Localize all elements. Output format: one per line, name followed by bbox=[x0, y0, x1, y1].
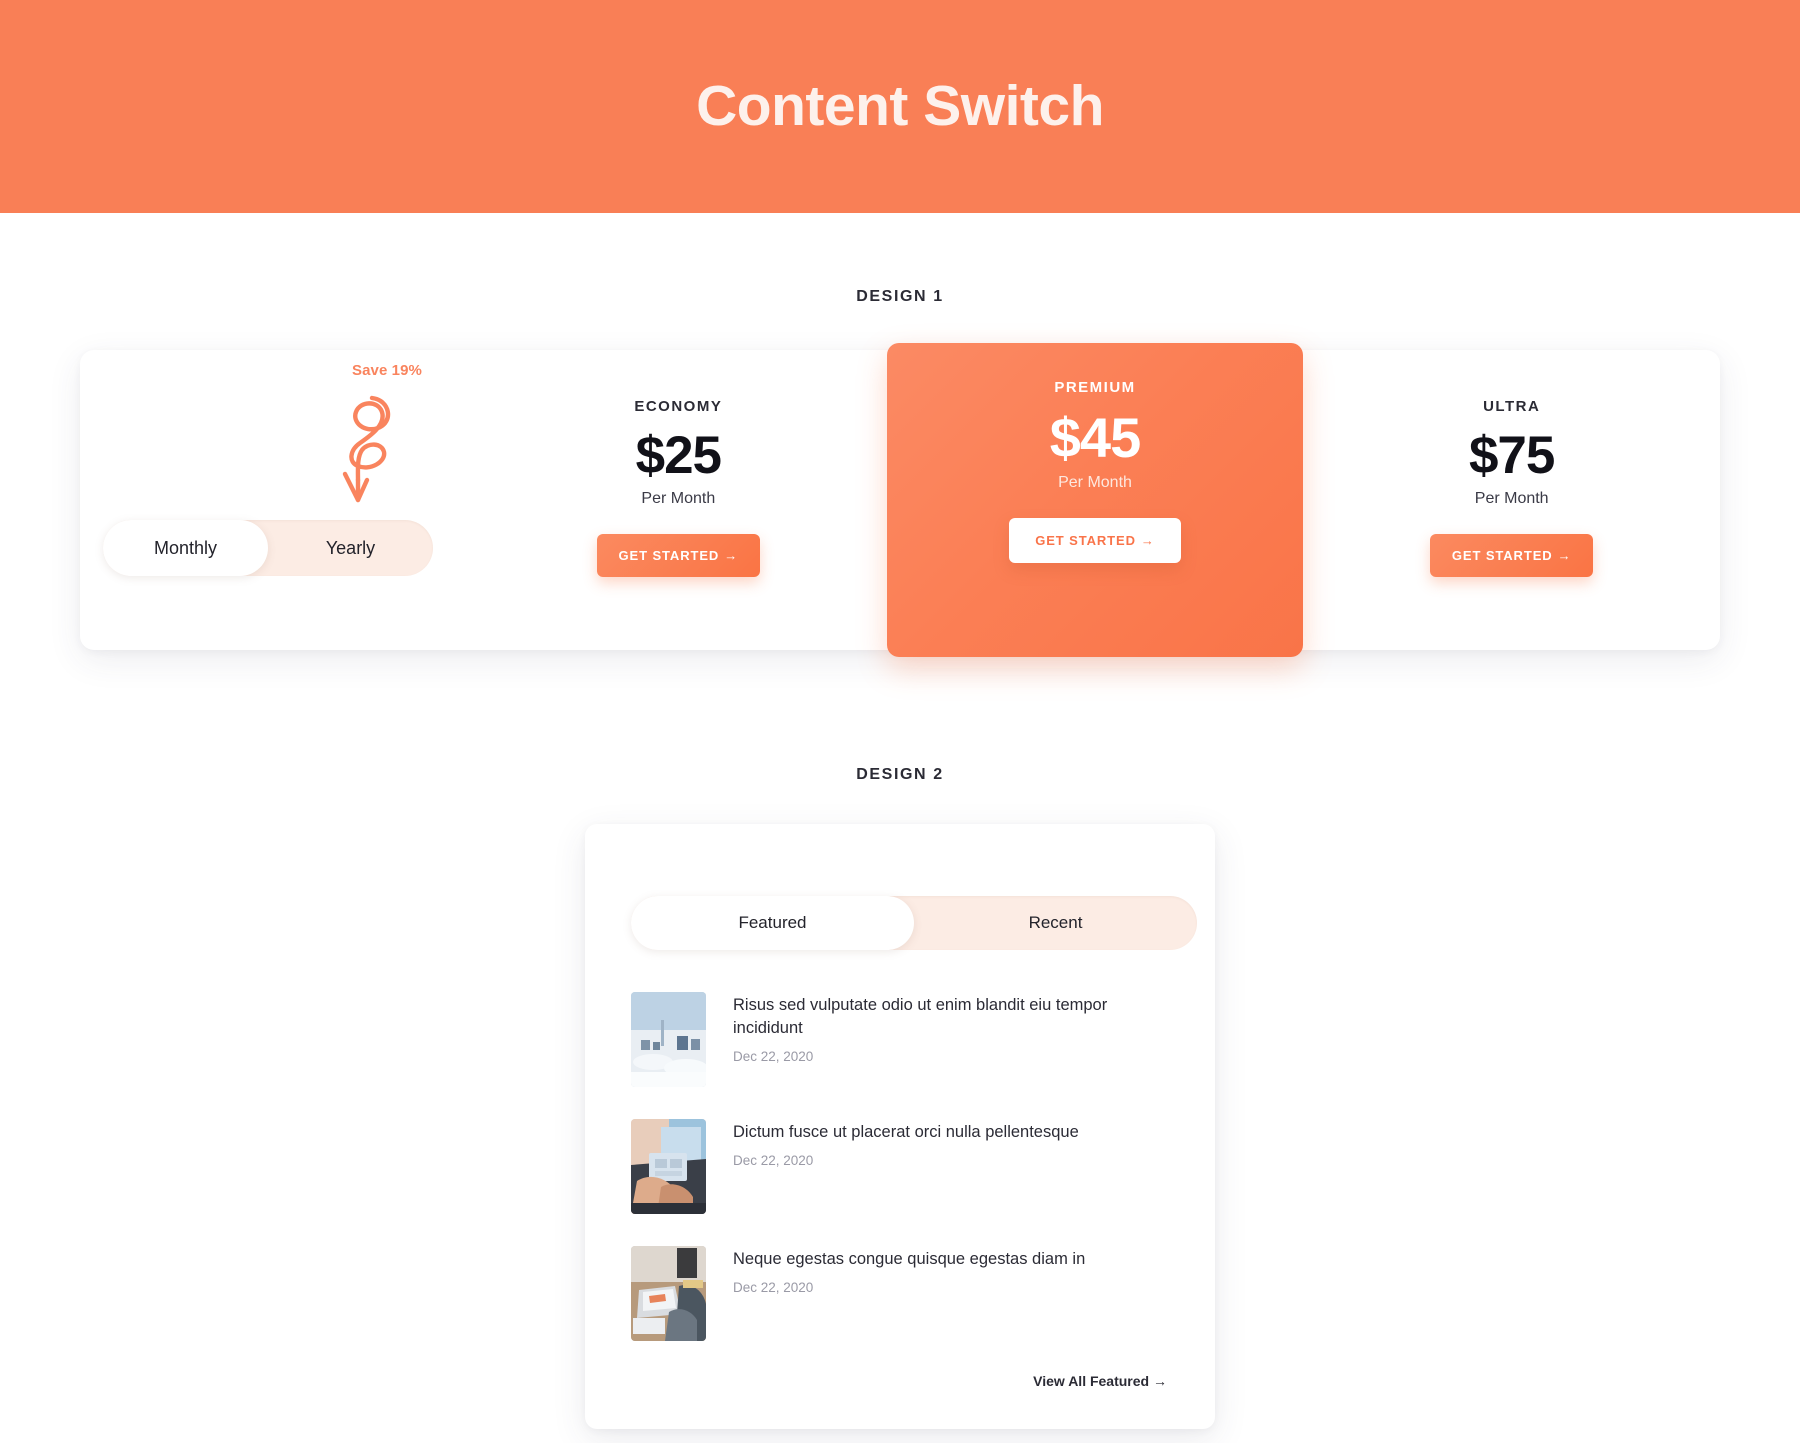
list-item[interactable]: Risus sed vulputate odio ut enim blandit… bbox=[631, 992, 1169, 1087]
get-started-label-economy: GET STARTED bbox=[618, 548, 720, 563]
article-body: Neque egestas congue quisque egestas dia… bbox=[733, 1246, 1169, 1295]
get-started-button-ultra[interactable]: GET STARTED → bbox=[1429, 534, 1594, 577]
plan-name-premium: PREMIUM bbox=[1054, 379, 1136, 396]
plan-name-ultra: ULTRA bbox=[1483, 398, 1541, 415]
article-body: Risus sed vulputate odio ut enim blandit… bbox=[733, 992, 1169, 1064]
list-item[interactable]: Dictum fusce ut placerat orci nulla pell… bbox=[631, 1119, 1169, 1214]
tab-featured-label: Featured bbox=[738, 913, 807, 932]
list-item[interactable]: Neque egestas congue quisque egestas dia… bbox=[631, 1246, 1169, 1341]
tab-recent-label: Recent bbox=[1028, 913, 1083, 932]
view-all-featured-link[interactable]: View All Featured → bbox=[631, 1373, 1169, 1389]
plan-period-ultra: Per Month bbox=[1474, 490, 1549, 507]
curly-arrow-icon bbox=[320, 388, 400, 513]
article-date: Dec 22, 2020 bbox=[733, 1048, 814, 1064]
plan-column-economy: ECONOMY $25 Per Month GET STARTED → bbox=[470, 350, 887, 650]
plan-price-ultra: $75 bbox=[1468, 426, 1555, 485]
content-tabs[interactable]: Featured Recent bbox=[631, 896, 1197, 950]
arrow-right-icon: → bbox=[724, 548, 739, 563]
plan-column-ultra: ULTRA $75 Per Month GET STARTED → bbox=[1303, 350, 1720, 650]
pricing-card-panel: Save 19% Monthly Yearly ECONOMY $25 Per … bbox=[80, 343, 1720, 657]
page-header: Content Switch bbox=[0, 0, 1800, 213]
get-started-label-premium: GET STARTED bbox=[1035, 533, 1136, 548]
article-body: Dictum fusce ut placerat orci nulla pell… bbox=[733, 1119, 1169, 1168]
plan-price-premium: $45 bbox=[1049, 406, 1141, 469]
article-thumbnail-snowy-city bbox=[631, 992, 706, 1087]
switch-option-yearly-label: Yearly bbox=[325, 537, 376, 558]
billing-period-switch[interactable]: Monthly Yearly bbox=[103, 520, 433, 576]
get-started-button-premium[interactable]: GET STARTED → bbox=[1009, 518, 1181, 563]
article-list: Risus sed vulputate odio ut enim blandit… bbox=[631, 992, 1169, 1341]
article-title: Risus sed vulputate odio ut enim blandit… bbox=[733, 996, 1108, 1037]
article-date: Dec 22, 2020 bbox=[733, 1279, 814, 1295]
switch-option-monthly[interactable]: Monthly bbox=[103, 520, 268, 576]
arrow-right-icon: → bbox=[1140, 533, 1155, 548]
get-started-button-economy[interactable]: GET STARTED → bbox=[596, 534, 761, 577]
article-title: Dictum fusce ut placerat orci nulla pell… bbox=[733, 1123, 1079, 1141]
get-started-label-ultra: GET STARTED bbox=[1451, 548, 1553, 563]
design2-section-label: DESIGN 2 bbox=[856, 766, 944, 783]
plan-period-economy: Per Month bbox=[641, 490, 716, 507]
billing-toggle-column: Save 19% Monthly Yearly bbox=[80, 350, 470, 650]
tab-featured[interactable]: Featured bbox=[631, 896, 914, 950]
article-thumbnail-desk-workspace bbox=[631, 1246, 706, 1341]
design1-section-label: DESIGN 1 bbox=[856, 288, 944, 305]
content-switch-card: Featured Recent Risus sed vulputate odio… bbox=[585, 824, 1215, 1429]
article-title: Neque egestas congue quisque egestas dia… bbox=[733, 1250, 1086, 1268]
switch-option-yearly[interactable]: Yearly bbox=[268, 520, 433, 576]
arrow-right-icon: → bbox=[1557, 548, 1572, 563]
design1-section: Save 19% Monthly Yearly ECONOMY $25 Per … bbox=[80, 343, 1720, 657]
switch-option-monthly-label: Monthly bbox=[153, 537, 218, 558]
plan-price-economy: $25 bbox=[635, 426, 722, 485]
plan-name-economy: ECONOMY bbox=[634, 398, 723, 415]
page-title: Content Switch bbox=[696, 74, 1104, 138]
save-badge: Save 19% bbox=[351, 362, 422, 379]
plan-period-premium: Per Month bbox=[1058, 474, 1132, 491]
article-date: Dec 22, 2020 bbox=[733, 1152, 814, 1168]
article-thumbnail-person-at-laptop bbox=[631, 1119, 706, 1214]
plan-column-premium: PREMIUM $45 Per Month GET STARTED → bbox=[886, 343, 1304, 657]
tab-recent[interactable]: Recent bbox=[914, 896, 1197, 950]
design2-section: Featured Recent Risus sed vulputate odio… bbox=[585, 824, 1215, 1429]
